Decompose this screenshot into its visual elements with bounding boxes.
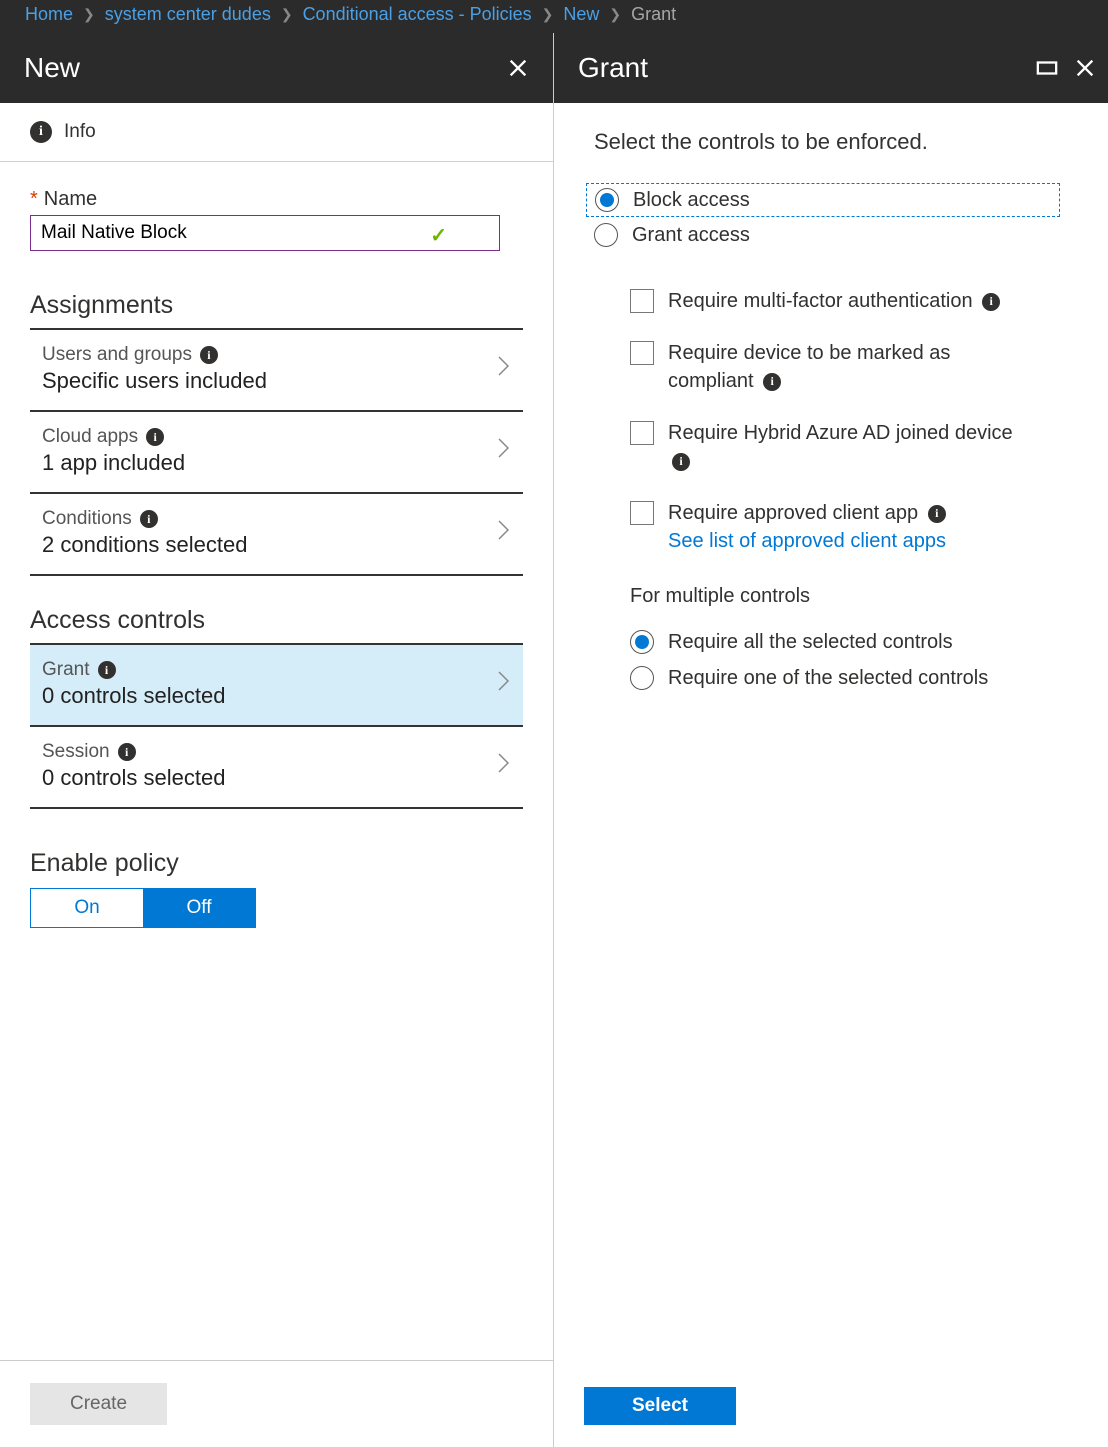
chevron-right-icon (497, 519, 511, 547)
radio-require-one[interactable]: Require one of the selected controls (630, 662, 1068, 694)
chevron-right-icon (497, 670, 511, 698)
breadcrumb: Home ❯ system center dudes ❯ Conditional… (0, 0, 1108, 33)
check-hybrid-azure-ad[interactable]: Require Hybrid Azure AD joined device i (630, 419, 1068, 475)
blade-title-grant: Grant (578, 52, 648, 84)
crumb-current: Grant (631, 4, 676, 25)
left-footer: Create (0, 1360, 553, 1447)
info-icon: i (200, 346, 218, 364)
row-users-groups[interactable]: Users and groups i Specific users includ… (30, 330, 523, 412)
chevron-right-icon (497, 355, 511, 383)
radio-block-access[interactable]: Block access (586, 183, 1060, 217)
check-mfa[interactable]: Require multi-factor authentication i (630, 287, 1068, 315)
info-icon: i (118, 743, 136, 761)
info-label: Info (64, 121, 96, 143)
select-button[interactable]: Select (584, 1387, 736, 1425)
row-grant[interactable]: Grant i 0 controls selected (30, 645, 523, 727)
radio-grant-access[interactable]: Grant access (594, 219, 1068, 251)
info-icon: i (146, 428, 164, 446)
toggle-off[interactable]: Off (143, 889, 255, 927)
info-icon: i (763, 373, 781, 391)
multiple-controls-title: For multiple controls (630, 585, 1068, 608)
access-controls-title: Access controls (0, 576, 553, 643)
name-field-label: *Name (30, 188, 523, 211)
access-controls-group: Grant i 0 controls selected Session i 0 … (30, 643, 523, 809)
enable-policy-title: Enable policy (30, 849, 523, 878)
row-session[interactable]: Session i 0 controls selected (30, 727, 523, 809)
row-conditions[interactable]: Conditions i 2 conditions selected (30, 494, 523, 576)
chevron-right-icon: ❯ (83, 6, 95, 23)
chevron-right-icon: ❯ (609, 6, 621, 23)
blade-header-new: New (0, 33, 553, 103)
approved-apps-link[interactable]: See list of approved client apps (668, 530, 946, 552)
check-icon: ✓ (430, 223, 447, 248)
chevron-right-icon: ❯ (281, 6, 293, 23)
close-icon[interactable] (1074, 57, 1096, 79)
checkbox-icon (630, 341, 654, 365)
checkbox-icon (630, 421, 654, 445)
create-button[interactable]: Create (30, 1383, 167, 1425)
info-icon: i (672, 453, 690, 471)
maximize-icon[interactable] (1036, 57, 1058, 79)
crumb-ca-policies[interactable]: Conditional access - Policies (303, 4, 532, 25)
info-bar[interactable]: i Info (0, 103, 553, 162)
new-policy-blade: New i Info *Name ✓ Assignments (0, 33, 554, 1447)
radio-icon (630, 630, 654, 654)
assignments-group: Users and groups i Specific users includ… (30, 328, 523, 576)
blade-header-grant: Grant (554, 33, 1108, 103)
chevron-right-icon (497, 437, 511, 465)
chevron-right-icon: ❯ (542, 6, 554, 23)
close-icon[interactable] (507, 57, 529, 79)
blade-title-new: New (24, 52, 80, 84)
right-footer: Select (554, 1365, 1108, 1447)
crumb-tenant[interactable]: system center dudes (105, 4, 271, 25)
info-icon: i (30, 121, 52, 143)
crumb-new[interactable]: New (563, 4, 599, 25)
checkbox-icon (630, 289, 654, 313)
radio-icon (595, 188, 619, 212)
info-icon: i (140, 510, 158, 528)
radio-icon (630, 666, 654, 690)
row-cloud-apps[interactable]: Cloud apps i 1 app included (30, 412, 523, 494)
assignments-title: Assignments (0, 261, 553, 328)
crumb-home[interactable]: Home (25, 4, 73, 25)
check-approved-client-app[interactable]: Require approved client app i See list o… (630, 499, 1068, 555)
checkbox-icon (630, 501, 654, 525)
info-icon: i (982, 293, 1000, 311)
grant-prompt: Select the controls to be enforced. (594, 129, 1068, 155)
grant-blade: Grant Select the controls to be enforced… (554, 33, 1108, 1447)
toggle-on[interactable]: On (31, 889, 143, 927)
enable-policy-toggle[interactable]: On Off (30, 888, 256, 928)
chevron-right-icon (497, 752, 511, 780)
check-compliant-device[interactable]: Require device to be marked as compliant… (630, 339, 1068, 395)
radio-require-all[interactable]: Require all the selected controls (630, 626, 1068, 658)
info-icon: i (928, 505, 946, 523)
info-icon: i (98, 661, 116, 679)
radio-icon (594, 223, 618, 247)
